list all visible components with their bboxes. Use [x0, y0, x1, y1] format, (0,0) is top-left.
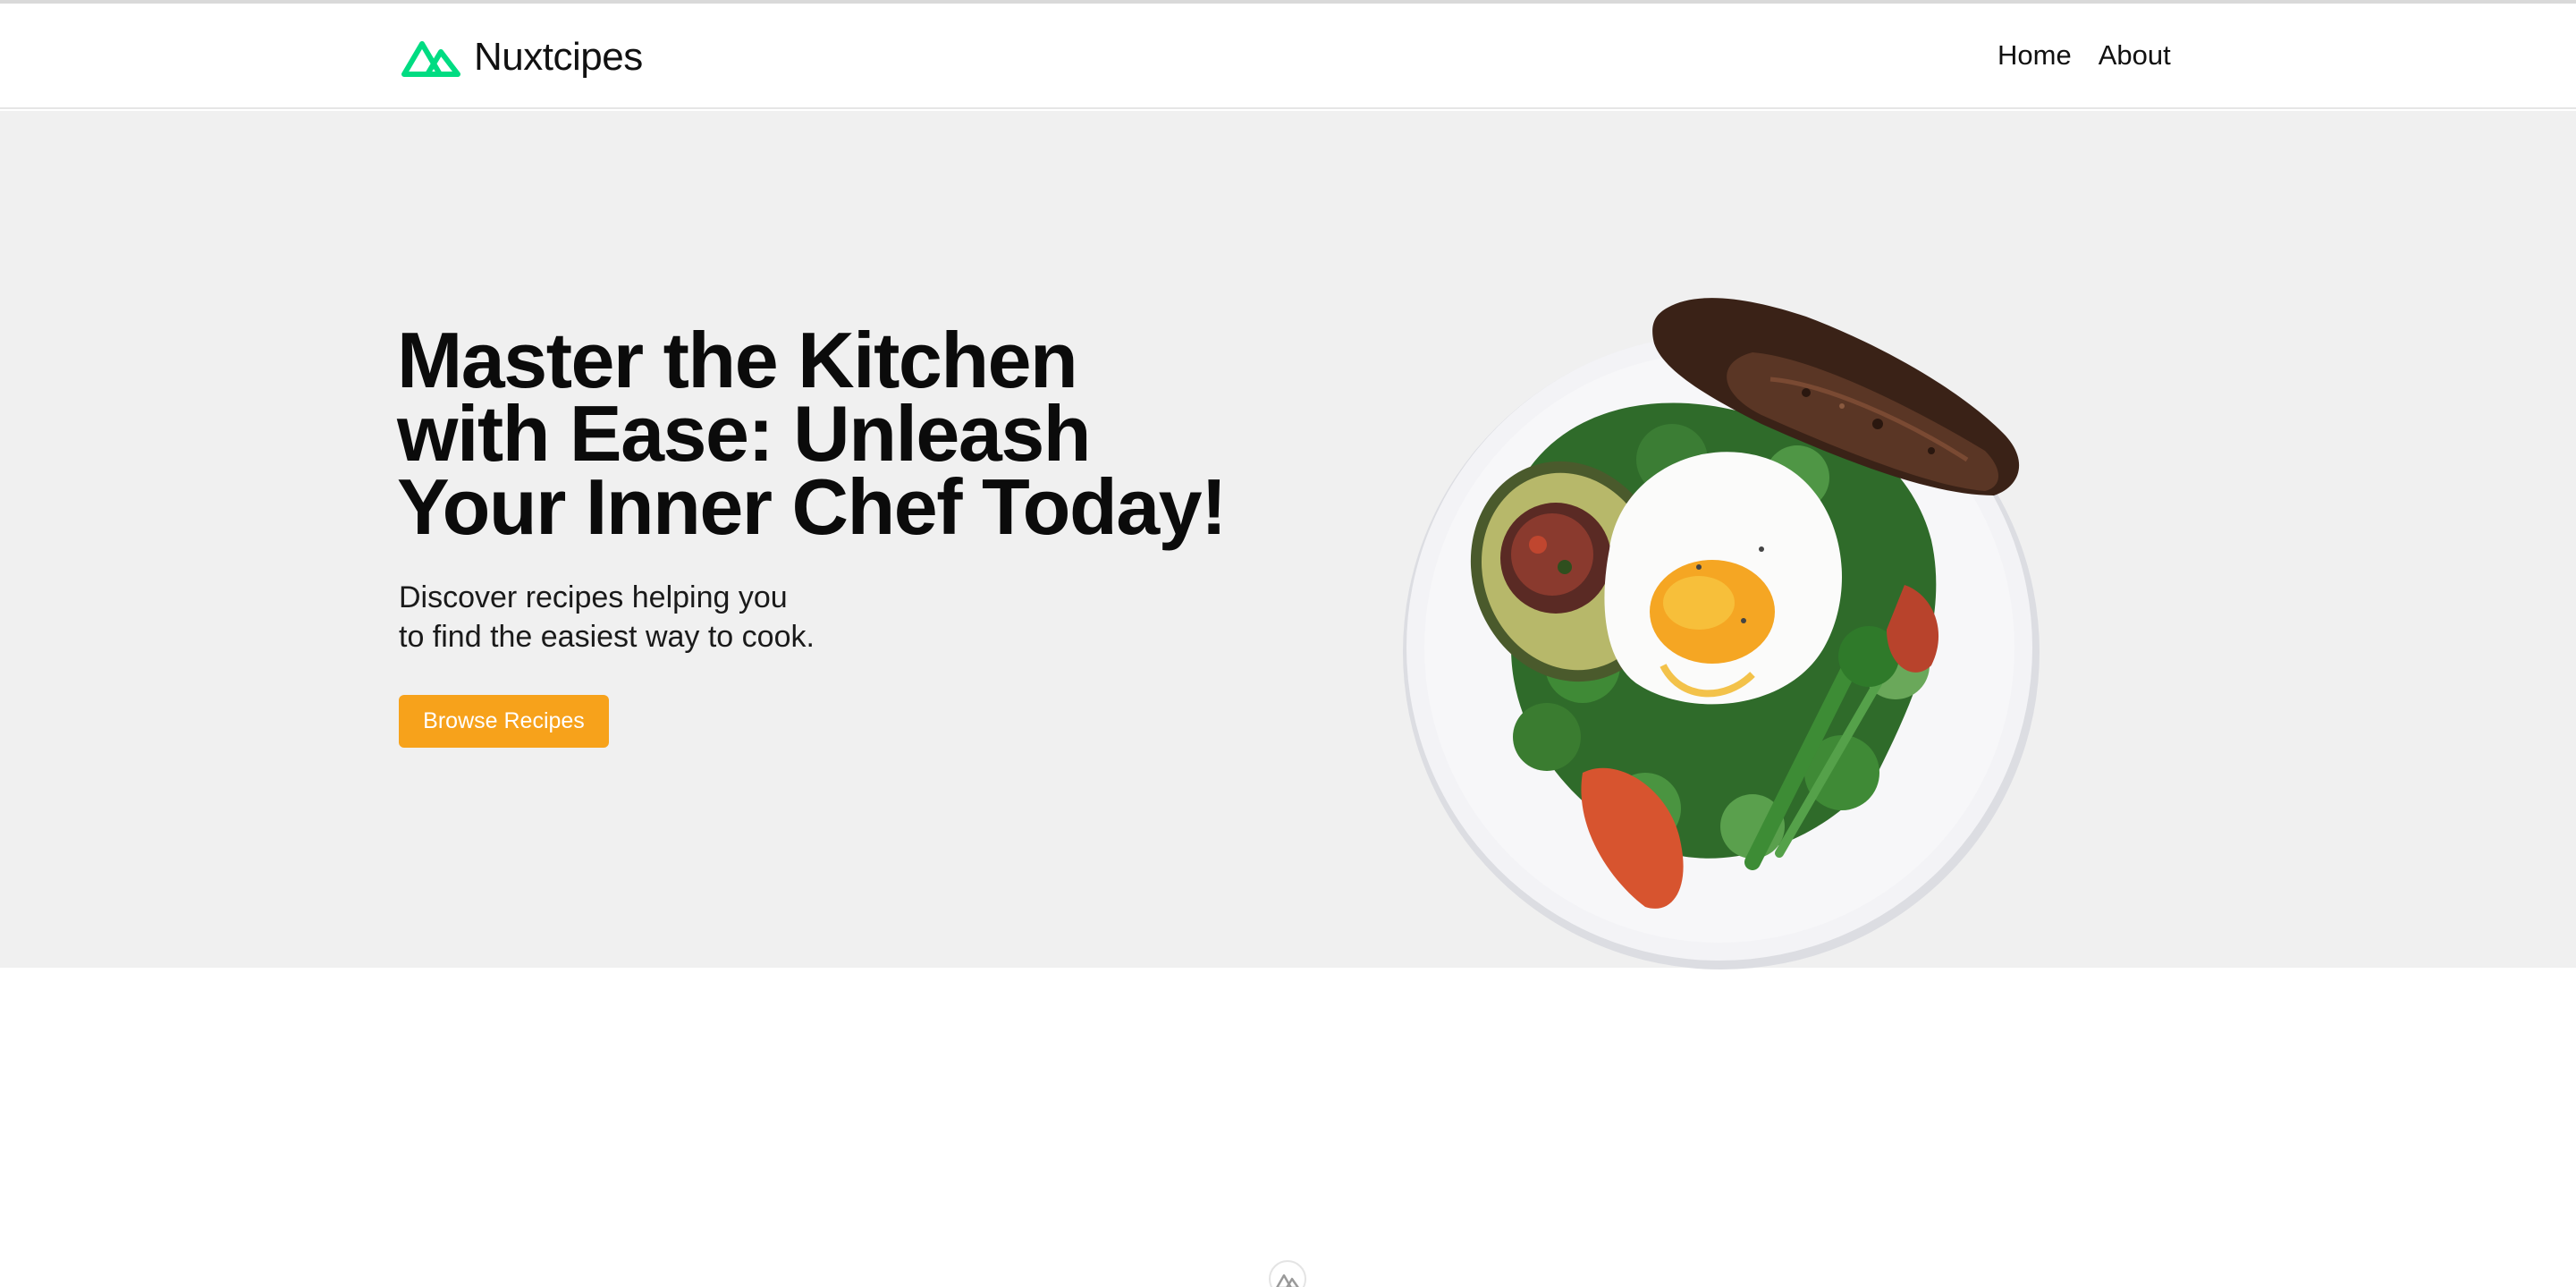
- navbar: Nuxtcipes Home About: [0, 4, 2576, 109]
- nuxt-footer-icon: [1269, 1260, 1306, 1287]
- main-nav: Home About: [1997, 39, 2171, 72]
- nav-home-link[interactable]: Home: [1997, 39, 2072, 72]
- hero-title-line: Master the Kitchen: [397, 316, 1078, 404]
- hero-section: Master the Kitchen with Ease: Unleash Yo…: [0, 111, 2576, 969]
- nuxt-logo-icon: [401, 41, 460, 77]
- hero-subtitle: Discover recipes helping you to find the…: [399, 578, 1025, 656]
- hero-food-image: [1403, 298, 2040, 969]
- hero-title-line: with Ease: Unleash: [397, 389, 1092, 478]
- brand-link[interactable]: Nuxtcipes: [401, 30, 643, 84]
- browse-recipes-button[interactable]: Browse Recipes: [399, 695, 609, 748]
- hero-title-line: Your Inner Chef Today!: [397, 462, 1227, 551]
- brand-name: Nuxtcipes: [474, 35, 643, 79]
- hero-title: Master the Kitchen with Ease: Unleash Yo…: [397, 316, 1273, 551]
- hero-subtitle-line: to find the easiest way to cook.: [399, 620, 815, 654]
- nav-about-link[interactable]: About: [2099, 39, 2171, 72]
- hero-subtitle-line: Discover recipes helping you: [399, 580, 788, 614]
